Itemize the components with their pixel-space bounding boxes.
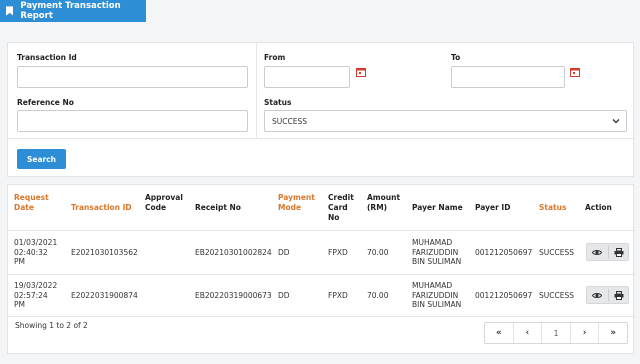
row-transaction-id: E2022031900874 [71,291,138,300]
search-button[interactable]: Search [17,149,66,169]
col-credit-card-line3: No [328,213,340,222]
last-page-button[interactable]: » [599,323,627,343]
page-number-button[interactable]: 1 [542,323,571,343]
action-separator [608,289,609,301]
col-approval-code-line1: Approval [145,193,183,202]
col-amount-line1: Amount [367,193,401,202]
reference-no-input[interactable] [17,110,248,132]
col-transaction-id[interactable]: Transaction ID [71,203,132,213]
report-tab-label: Payment Transaction Report [20,1,121,21]
col-status[interactable]: Status [539,203,566,213]
first-page-button[interactable]: « [485,323,514,343]
col-credit-card-line1: Credit [328,193,354,202]
printer-icon[interactable] [614,291,624,300]
pagination: « ‹ 1 › » [484,322,628,344]
eye-icon[interactable] [592,248,602,257]
action-separator [608,246,609,258]
to-date-input[interactable] [451,66,565,88]
row-date-line: PM [14,257,25,266]
col-payer-name: Payer Name [412,203,463,212]
col-receipt-no: Receipt No [195,203,241,212]
calendar-icon[interactable] [570,67,580,77]
row-payer-name: MUHAMAD FARIZUDDIN BIN SULIMAN [412,281,461,310]
transaction-id-input[interactable] [17,66,248,88]
row-divider [8,274,635,275]
row-payer-id: 001212050697 [475,248,533,257]
col-request-date-line1: Request [14,193,49,202]
col-amount: Amount (RM) [367,193,400,213]
header-divider [8,230,635,231]
next-page-button[interactable]: › [571,323,600,343]
row-credit-card-no: FPXD [328,248,348,257]
row-request-date: 01/03/2021 02:40:32 PM [14,238,57,267]
status-select-value: SUCCESS [272,116,307,126]
row-date-line: 02:57:24 [14,290,48,300]
from-label: From [264,53,286,62]
row-payment-mode: DD [278,248,290,257]
row-actions [586,243,629,261]
report-tab[interactable]: Payment Transaction Report [0,0,146,22]
row-credit-card-no: FPXD [328,291,348,300]
eye-icon[interactable] [592,291,602,300]
prev-page-button[interactable]: ‹ [514,323,543,343]
col-amount-line2: (RM) [367,203,388,212]
chevron-down-icon [612,119,620,124]
filter-panel: Transaction Id Reference No From To Stat… [7,42,635,177]
row-date-line: PM [14,300,25,309]
printer-icon[interactable] [614,248,624,257]
row-amount: 70.00 [367,291,389,300]
bookmark-icon [6,6,14,16]
filter-divider [256,43,257,138]
status-label: Status [264,98,292,107]
row-receipt-no: EB20210301002824 [195,248,272,257]
row-payer-name-line: MUHAMAD [412,281,453,290]
row-date-line: 01/03/2021 [14,238,58,247]
reference-no-label: Reference No [17,98,74,107]
row-status: SUCCESS [539,291,574,300]
row-transaction-id: E2021030103562 [71,248,138,257]
from-date-input[interactable] [264,66,350,88]
col-request-date[interactable]: Request Date [14,193,49,213]
row-actions [586,286,629,304]
col-approval-code: Approval Code [145,193,183,213]
filter-separator [8,138,635,139]
status-select[interactable]: SUCCESS [264,110,627,132]
row-payer-name-line: FARIZUDDIN [412,290,459,300]
row-payer-name-line: MUHAMAD [412,238,453,247]
col-credit-card-line2: Card [328,203,348,212]
row-date-line: 02:40:32 [14,247,48,257]
col-payment-mode[interactable]: Payment Mode [278,193,315,213]
row-divider [8,316,635,317]
row-payer-name-line: BIN SULIMAN [412,300,462,309]
col-approval-code-line2: Code [145,203,167,212]
row-status: SUCCESS [539,248,574,257]
transaction-id-label: Transaction Id [17,53,77,62]
to-label: To [451,53,461,62]
col-action: Action [585,203,612,212]
row-payer-name-line: FARIZUDDIN [412,247,459,257]
col-credit-card-no: Credit Card No [328,193,354,223]
row-receipt-no: EB20220319000673 [195,291,272,300]
col-payer-id: Payer ID [475,203,511,212]
row-payer-name-line: BIN SULIMAN [412,257,462,266]
col-payment-mode-line2: Mode [278,203,302,212]
row-amount: 70.00 [367,248,389,257]
row-date-line: 19/03/2022 [14,281,58,290]
row-payer-id: 001212050697 [475,291,533,300]
results-table: Request Date Transaction ID Approval Cod… [7,184,635,354]
row-request-date: 19/03/2022 02:57:24 PM [14,281,57,310]
row-payment-mode: DD [278,291,290,300]
col-request-date-line2: Date [14,203,34,212]
showing-entries: Showing 1 to 2 of 2 [15,321,88,330]
row-payer-name: MUHAMAD FARIZUDDIN BIN SULIMAN [412,238,461,267]
col-payment-mode-line1: Payment [278,193,315,202]
calendar-icon[interactable] [356,67,366,77]
